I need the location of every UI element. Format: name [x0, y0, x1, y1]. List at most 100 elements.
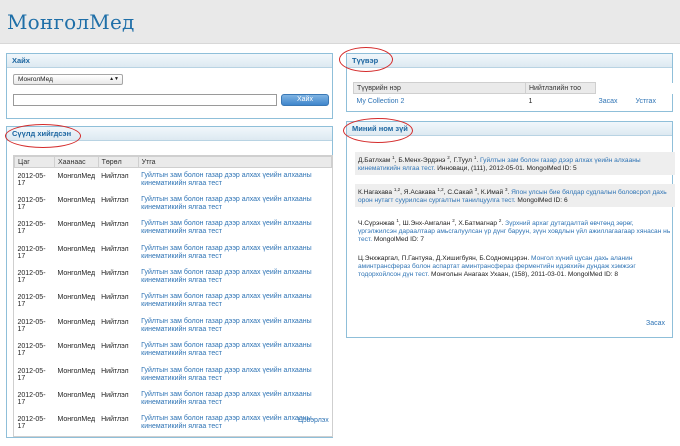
history-panel: Сүүлд хийгдсэн Цаг Хаанаас Төрөл Утга 20…: [6, 126, 333, 438]
history-type: Нийтлэл: [101, 367, 129, 375]
history-row: 2012-05-17 МонголМед Нийтлэл Гуйлтын зам бо…: [15, 314, 332, 338]
search-button[interactable]: Хайх: [281, 94, 329, 106]
author-name: Д.Хишигбуян: [435, 255, 476, 262]
search-panel: Хайх МонголМед ▲▼ Хайх: [6, 53, 333, 119]
author-affiliation: 1: [396, 218, 399, 223]
col-article-count: Нийтлэлийн тоо: [525, 82, 596, 94]
history-date: 2012-05-17: [17, 318, 46, 333]
history-source: МонголМед: [57, 270, 96, 278]
history-type: Нийтлэл: [101, 221, 129, 229]
citation-id: MongolMed ID: 5: [526, 165, 577, 173]
history-row: 2012-05-17 МонголМед Нийтлэл Гуйлтын зам бо…: [15, 216, 332, 240]
history-title-link[interactable]: Гуйлтын зам болон газар дээр алхах үеийн…: [141, 391, 311, 406]
source-select-value: МонголМед: [18, 76, 53, 83]
history-date: 2012-05-17: [17, 196, 46, 211]
collections-table: Түүврийн нэр Нийтлэлийн тоо My Collectio…: [353, 82, 675, 105]
select-arrow-icon: ▲▼: [109, 76, 119, 82]
history-row: 2012-05-17 МонголМед Нийтлэл Гуйлтын зам бо…: [15, 363, 332, 387]
history-row: 2012-05-17 МонголМед Нийтлэл Гуйлтын зам бо…: [15, 289, 332, 313]
history-type: Нийтлэл: [101, 245, 129, 253]
history-source: МонголМед: [57, 173, 96, 180]
citation-journal: Монголын Анагаах Ухаан, (158), 2011-03-0…: [431, 271, 567, 278]
bibliography-panel: Миний ном зүй Д.Батлхам 1, Б.Менх-Эрдэнэ…: [346, 121, 675, 338]
citation-id: MongolMed ID: 7: [373, 236, 425, 244]
history-source: МонголМед: [57, 392, 96, 400]
history-type: Нийтлэл: [101, 416, 129, 424]
history-title-link[interactable]: Гуйлтын зам болон газар дээр алхах үеийн…: [141, 415, 311, 430]
history-type: Нийтлэл: [101, 173, 129, 180]
history-source: МонголМед: [57, 318, 96, 326]
search-input[interactable]: [13, 94, 277, 106]
history-row: 2012-05-17 МонголМед Нийтлэл Гуйлтын зам бо…: [15, 265, 332, 289]
search-panel-title: Хайх: [7, 54, 332, 68]
history-title-link[interactable]: Гуйлтын зам болон газар дээр алхах үеийн…: [141, 367, 311, 382]
history-source: МонголМед: [57, 196, 96, 204]
col-source: Хаанаас: [54, 156, 99, 168]
history-type: Нийтлэл: [101, 392, 129, 400]
history-type: Нийтлэл: [101, 343, 129, 351]
history-date: 2012-05-17: [17, 221, 46, 236]
history-panel-title: Сүүлд хийгдсэн: [7, 127, 332, 141]
author-name: Х.Батмагнар: [458, 220, 498, 228]
collection-delete-link[interactable]: Устгах: [635, 98, 655, 105]
author-name: Д.Батлхам: [358, 157, 391, 165]
history-date: 2012-05-17: [17, 392, 46, 407]
col-time: Цаг: [14, 156, 55, 168]
history-title-link[interactable]: Гуйлтын зам болон газар дээр алхах үеийн…: [141, 342, 311, 357]
source-select[interactable]: МонголМед ▲▼: [13, 74, 123, 85]
history-source: МонголМед: [57, 343, 96, 351]
author-affiliation: 1,2: [393, 187, 401, 192]
author-affiliation: 1: [473, 155, 477, 160]
author-affiliation: 3: [504, 187, 508, 192]
history-type: Нийтлэл: [101, 270, 129, 278]
history-date: 2012-05-17: [17, 173, 46, 187]
collection-edit-link[interactable]: Засах: [599, 98, 618, 105]
author-affiliation: 2: [447, 155, 450, 160]
page-header: МонголМед: [0, 0, 680, 44]
author-name: Ш.Энх-Амгалан: [402, 220, 451, 228]
history-header-row: Цаг Хаанаас Төрөл Утга: [14, 156, 333, 168]
collection-count: 1: [528, 98, 533, 105]
history-row: 2012-05-17 МонголМед Нийтлэл Гуйлтын зам бо…: [15, 338, 332, 362]
author-affiliation: 1,2: [437, 187, 444, 192]
bibliography-item: Ч.Сүрэнжав 1, Ш.Энх-Амгалан 2, Х.Батмагн…: [358, 218, 671, 244]
history-source: МонголМед: [57, 367, 96, 375]
history-type: Нийтлэл: [101, 294, 129, 302]
author-name: Г.Туул: [453, 157, 472, 165]
history-title-link[interactable]: Гуйлтын зам болон газар дээр алхах үеийн…: [141, 293, 311, 308]
history-date: 2012-05-17: [17, 416, 46, 431]
author-name: Ц.Энхжаргал: [358, 255, 398, 262]
history-title-link[interactable]: Гуйлтын зам болон газар дээр алхах үеийн…: [141, 318, 311, 333]
history-source: МонголМед: [57, 245, 96, 253]
history-row: 2012-05-17 МонголМед Нийтлэл Гуйлтын зам бо…: [15, 241, 332, 265]
author-affiliation: 3: [474, 187, 478, 192]
author-affiliation: 2: [452, 218, 455, 223]
history-title-link[interactable]: Гуйлтын зам болон газар дээр алхах үеийн…: [141, 245, 311, 260]
history-title-link[interactable]: Гуйлтын зам болон газар дээр алхах үеийн…: [141, 269, 311, 284]
bibliography-item: К.Нагахава 1,2, Я.Асакава 1,2, С.Сакай 3…: [355, 184, 675, 208]
history-type: Нийтлэл: [101, 318, 129, 326]
col-collection-name: Түүврийн нэр: [353, 82, 526, 94]
history-date: 2012-05-17: [17, 294, 46, 309]
history-title-link[interactable]: Гуйлтын зам болон газар дээр алхах үеийн…: [141, 196, 311, 211]
history-title-link[interactable]: Гуйлтын зам болон газар дээр алхах үеийн…: [141, 172, 311, 187]
history-date: 2012-05-17: [17, 270, 46, 285]
collections-header-row: Түүврийн нэр Нийтлэлийн тоо: [353, 82, 675, 94]
bibliography-edit-link[interactable]: Засах: [646, 320, 665, 327]
author-name: К.Имай: [480, 189, 504, 197]
author-name: П.Гантуяа: [401, 255, 433, 262]
author-name: К.Нагахава: [358, 189, 393, 197]
author-affiliation: 1: [392, 155, 395, 160]
col-type: Төрөл: [97, 156, 139, 168]
site-logo[interactable]: МонголМед: [7, 10, 135, 34]
history-source: МонголМед: [57, 221, 96, 229]
history-row: 2012-05-17 МонголМед Нийтлэл Гуйлтын зам бо…: [15, 387, 332, 411]
citation-journal: Инноваци, (111), 2012-05-01.: [437, 165, 525, 173]
history-row: 2012-05-17 МонголМед Нийтлэл Гуйлтын зам бо…: [15, 192, 332, 216]
author-name: Я.Асакава: [403, 189, 436, 197]
citation-id: MongolMed ID: 8: [567, 271, 619, 278]
collections-panel-title: Түүвэр: [347, 54, 672, 68]
collection-name-link[interactable]: My Collection 2: [357, 98, 405, 105]
clear-history-link[interactable]: Цэвэрлэх: [298, 417, 329, 424]
history-title-link[interactable]: Гуйлтын зам болон газар дээр алхах үеийн…: [141, 220, 311, 235]
